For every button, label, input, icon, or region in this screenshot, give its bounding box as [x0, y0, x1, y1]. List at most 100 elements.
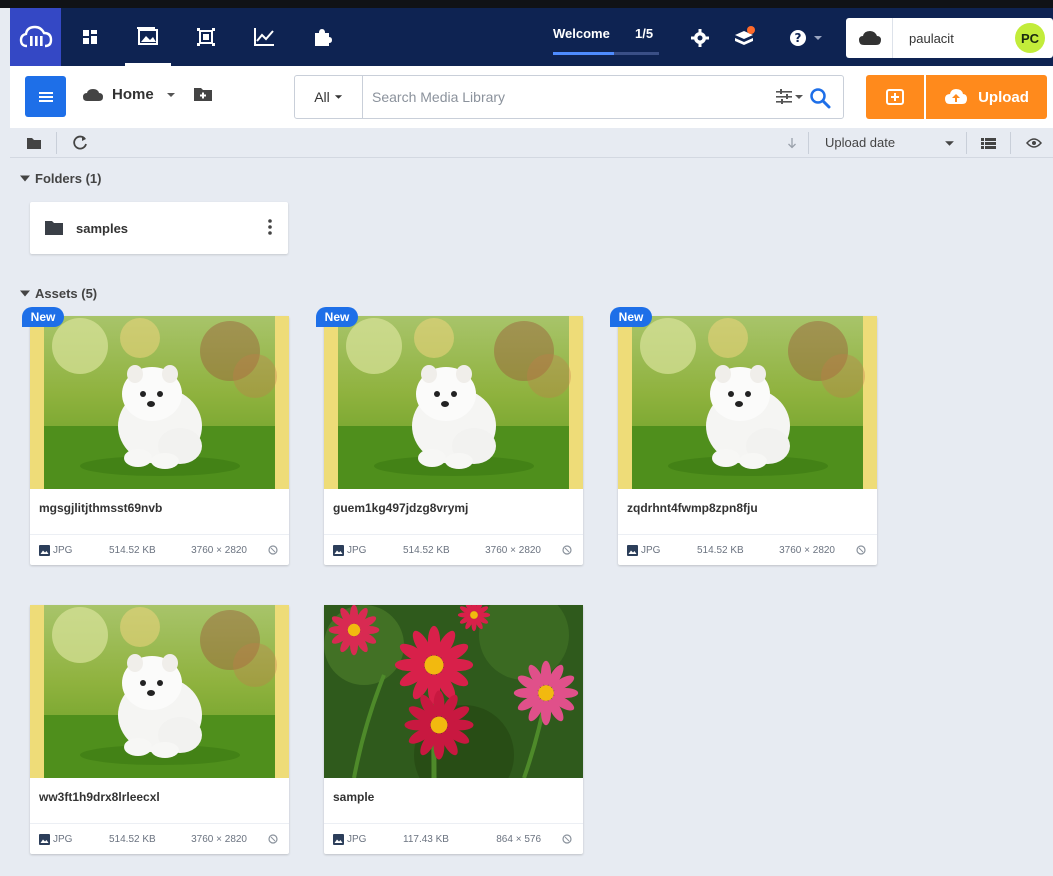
- asset-thumbnail[interactable]: [324, 316, 583, 489]
- home-folder-dropdown[interactable]: Home: [82, 86, 176, 103]
- asset-card[interactable]: zqdrhnt4fwmp8zpn8fju JPG 514.52 KB 3760 × 2…: [618, 316, 877, 565]
- add-media-button[interactable]: [866, 75, 924, 119]
- search-input[interactable]: [372, 82, 752, 112]
- new-badge: New: [610, 307, 652, 327]
- asset-card[interactable]: mgsgjlitjthmsst69nvb JPG 514.52 KB 3760 × 2…: [30, 316, 289, 565]
- caret-down-icon: [20, 290, 30, 297]
- asset-thumbnail[interactable]: [618, 316, 877, 489]
- dashboard-icon[interactable]: [61, 8, 119, 66]
- caret-down-icon: [20, 175, 30, 182]
- asset-thumbnail[interactable]: [30, 316, 289, 489]
- refresh-icon[interactable]: [68, 128, 92, 158]
- asset-format: JPG: [53, 834, 73, 845]
- image-type-icon: [333, 545, 344, 559]
- asset-crop-icon[interactable]: [177, 8, 235, 66]
- user-avatar[interactable]: PC: [1015, 23, 1045, 53]
- reports-icon[interactable]: [235, 8, 293, 66]
- asset-dimensions: 3760 × 2820: [191, 834, 247, 845]
- folder-icon: [45, 221, 63, 235]
- media-library-icon[interactable]: [119, 8, 177, 66]
- asset-format: JPG: [53, 545, 73, 556]
- upload-label: Upload: [978, 88, 1029, 106]
- folder-view-icon[interactable]: [22, 128, 46, 158]
- search-type-dropdown[interactable]: All: [295, 76, 363, 118]
- assets-section-title: Assets (5): [35, 286, 98, 301]
- asset-card[interactable]: sample JPG 117.43 KB 864 × 576: [324, 605, 583, 854]
- asset-file-size: 117.43 KB: [403, 834, 449, 845]
- welcome-tour-label[interactable]: Welcome: [553, 26, 610, 41]
- asset-meta-row: JPG 514.52 KB 3760 × 2820: [324, 534, 583, 565]
- cloudinary-logo-icon[interactable]: [10, 8, 61, 66]
- asset-meta-row: JPG 514.52 KB 3760 × 2820: [618, 534, 877, 565]
- asset-file-size: 514.52 KB: [109, 834, 156, 845]
- search-type-label: All: [314, 89, 330, 105]
- preview-eye-icon[interactable]: [1022, 128, 1046, 158]
- folder-name: samples: [76, 220, 129, 236]
- help-icon[interactable]: ?: [786, 26, 826, 50]
- public-globe-icon: [268, 834, 278, 847]
- library-toolbar: Upload date: [10, 128, 1053, 158]
- sort-direction-icon[interactable]: [782, 128, 802, 158]
- window-top-strip: [0, 0, 1053, 8]
- add-folder-icon: [194, 88, 212, 101]
- asset-name[interactable]: mgsgjlitjthmsst69nvb: [39, 501, 162, 515]
- svg-text:?: ?: [795, 31, 802, 45]
- asset-meta-row: JPG 117.43 KB 864 × 576: [324, 823, 583, 854]
- assets-section-toggle[interactable]: Assets (5): [20, 286, 97, 301]
- asset-dimensions: 3760 × 2820: [485, 545, 541, 556]
- asset-name[interactable]: zqdrhnt4fwmp8zpn8fju: [627, 501, 758, 515]
- cloud-upload-icon: [945, 89, 968, 104]
- chevron-down-icon: [334, 95, 342, 99]
- folder-card-samples[interactable]: samples: [30, 202, 288, 254]
- new-folder-button[interactable]: [193, 86, 213, 107]
- home-label: Home: [112, 86, 154, 103]
- more-options-icon[interactable]: [268, 218, 272, 236]
- asset-file-size: 514.52 KB: [109, 545, 156, 556]
- search-bar: All: [294, 75, 844, 119]
- asset-thumbnail[interactable]: [324, 605, 583, 778]
- asset-format: JPG: [347, 545, 367, 556]
- search-icon[interactable]: [809, 87, 831, 114]
- advanced-filters-icon[interactable]: [775, 88, 805, 111]
- image-type-icon: [39, 834, 50, 848]
- asset-card[interactable]: ww3ft1h9drx8lrleecxl JPG 514.52 KB 3760 × 2…: [30, 605, 289, 854]
- public-globe-icon: [562, 834, 572, 847]
- library-header-bar: Home All Upload: [10, 66, 1053, 128]
- upload-button[interactable]: Upload: [926, 75, 1047, 119]
- asset-meta-row: JPG 514.52 KB 3760 × 2820: [30, 534, 289, 565]
- asset-name[interactable]: guem1kg497jdzg8vrymj: [333, 501, 468, 515]
- public-globe-icon: [856, 545, 866, 558]
- image-type-icon: [39, 545, 50, 559]
- cloud-account-icon: [858, 28, 884, 48]
- sort-by-dropdown[interactable]: Upload date: [825, 135, 895, 150]
- asset-meta-row: JPG 514.52 KB 3760 × 2820: [30, 823, 289, 854]
- public-globe-icon: [268, 545, 278, 558]
- account-switcher[interactable]: paulacit PC: [846, 18, 1053, 58]
- image-type-icon: [627, 545, 638, 559]
- hamburger-menu-button[interactable]: [25, 76, 66, 117]
- folders-section-toggle[interactable]: Folders (1): [20, 171, 101, 186]
- settings-gear-icon[interactable]: [688, 26, 712, 50]
- public-globe-icon: [562, 545, 572, 558]
- hamburger-icon: [38, 91, 53, 102]
- asset-card[interactable]: guem1kg497jdzg8vrymj JPG 514.52 KB 3760 × 2…: [324, 316, 583, 565]
- asset-dimensions: 864 × 576: [496, 834, 541, 845]
- chevron-down-icon[interactable]: [940, 128, 958, 158]
- image-type-icon: [333, 834, 344, 848]
- asset-file-size: 514.52 KB: [403, 545, 450, 556]
- asset-dimensions: 3760 × 2820: [191, 545, 247, 556]
- cloud-icon: [83, 88, 103, 101]
- addons-icon[interactable]: [293, 8, 351, 66]
- asset-dimensions: 3760 × 2820: [779, 545, 835, 556]
- top-navigation-bar: Welcome 1/5 ? paulacit PC: [10, 8, 1053, 66]
- asset-name[interactable]: ww3ft1h9drx8lrleecxl: [39, 790, 160, 804]
- new-badge: New: [316, 307, 358, 327]
- asset-thumbnail[interactable]: [30, 605, 289, 778]
- list-view-icon[interactable]: [976, 128, 1000, 158]
- new-badge: New: [22, 307, 64, 327]
- asset-format: JPG: [641, 545, 661, 556]
- notifications-gift-icon[interactable]: [732, 26, 756, 50]
- asset-format: JPG: [347, 834, 367, 845]
- welcome-step-count: 1/5: [635, 26, 654, 41]
- asset-name[interactable]: sample: [333, 790, 374, 804]
